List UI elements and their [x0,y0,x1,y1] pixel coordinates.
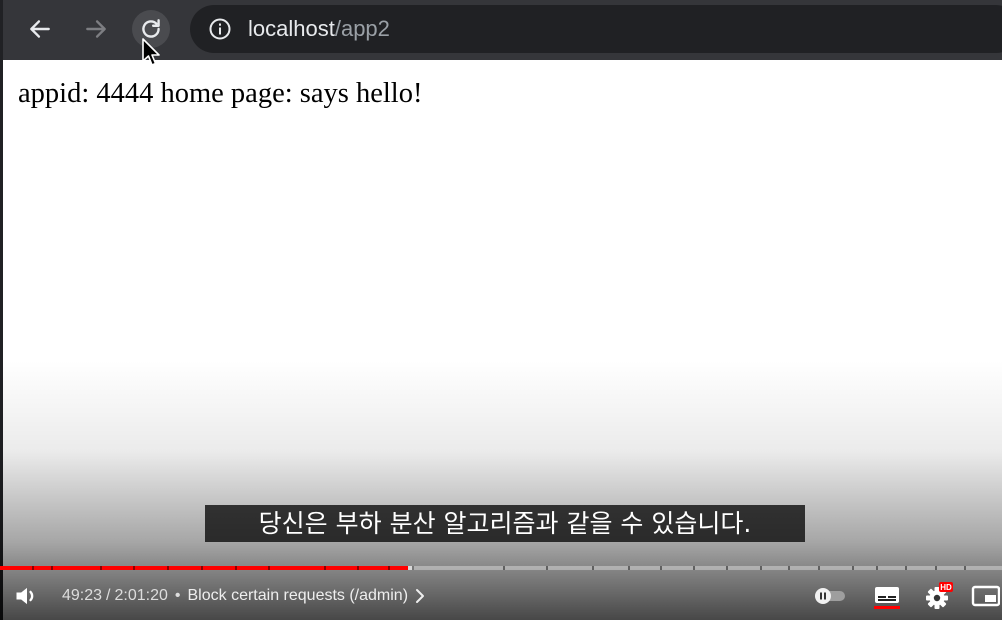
page-body-text: appid: 4444 home page: says hello! [18,78,423,109]
url-text[interactable]: localhost/app2 [248,5,390,53]
arrow-left-icon [30,20,50,38]
chapter-gap-marker [760,566,762,570]
chapter-gap-marker [412,566,414,570]
chapter-gap-marker [51,566,53,570]
settings-gear-icon: HD [926,582,953,609]
volume-button[interactable] [8,578,46,614]
chapter-gap-marker [660,566,662,570]
miniplayer-button[interactable] [968,578,1002,614]
chapter-gap-marker [32,566,34,570]
chapter-gap-marker [592,566,594,570]
chapter-gap-marker [388,566,390,570]
chapter-gap-marker [167,566,169,570]
forward-button[interactable] [77,10,115,48]
chapter-gap-marker [235,566,237,570]
chapter-gap-marker [133,566,135,570]
chapter-gap-marker [357,566,359,570]
chapter-gap-marker [324,566,326,570]
chapter-gap-marker [964,566,966,570]
chapter-gap-marker [788,566,790,570]
chapter-bullet: • [174,587,181,604]
address-bar[interactable]: localhost/app2 [190,5,1002,53]
time-display: 49:23/2:01:20 • Block certain requests (/a… [62,572,426,620]
duration: 2:01:20 [114,587,168,604]
chapter-gap-marker [268,566,270,570]
chapter-gap-marker [201,566,203,570]
subtitles-icon [874,587,900,609]
info-icon[interactable] [208,17,232,41]
time-separator: / [106,587,111,604]
mouse-cursor-icon [142,38,160,66]
miniplayer-icon [971,585,1000,607]
chapter-gap-marker [100,566,102,570]
subtitle-caption: 당신은 부하 분산 알고리즘과 같을 수 있습니다. [205,505,805,542]
chapter-gap-marker [628,566,630,570]
progress-bar[interactable] [0,566,1002,570]
volume-icon [16,587,34,605]
settings-button[interactable]: HD [918,578,958,614]
current-time: 49:23 [62,587,103,604]
chapter-title[interactable]: Block certain requests (/admin) [188,587,427,604]
autoplay-toggle-icon [815,588,845,604]
chapter-gap-marker [546,566,548,570]
back-button[interactable] [21,10,59,48]
chapter-gap-marker [905,566,907,570]
chapter-gap-marker [818,566,820,570]
video-player: appid: 4444 home page: says hello! local… [0,0,1002,620]
arrow-right-icon [86,20,106,38]
url-path: /app2 [334,16,390,41]
browser-toolbar: localhost/app2 [0,0,1002,66]
player-controls: 49:23/2:01:20 • Block certain requests (/a… [0,572,1002,620]
chapter-gap-marker [935,566,937,570]
chapter-gap-marker [852,566,854,570]
chapter-gap-marker [876,566,878,570]
autoplay-toggle[interactable] [810,584,850,608]
subtitles-button[interactable] [868,578,906,614]
progress-played [0,566,408,570]
chapter-gap-marker [693,566,695,570]
chapter-gap-marker [726,566,728,570]
chapter-title-text: Block certain requests (/admin) [187,587,409,604]
chevron-right-icon [416,588,425,603]
hd-badge: HD [940,583,952,592]
chapter-gap-marker [503,566,505,570]
url-host: localhost [248,16,335,41]
